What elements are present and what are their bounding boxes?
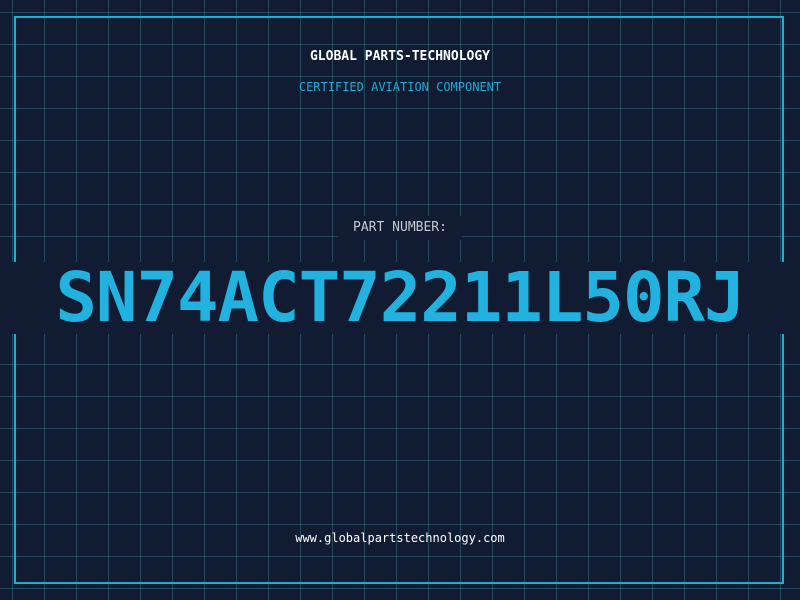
part-number-value: SN74ACT72211L50RJ [55,258,745,338]
website-url: www.globalpartstechnology.com [295,531,505,545]
certificate-page: GLOBAL PARTS-TECHNOLOGY CERTIFIED AVIATI… [0,0,800,600]
certification-subtitle: CERTIFIED AVIATION COMPONENT [298,80,502,94]
part-number-label: PART NUMBER: [353,220,447,235]
company-name: GLOBAL PARTS-TECHNOLOGY [309,49,490,64]
